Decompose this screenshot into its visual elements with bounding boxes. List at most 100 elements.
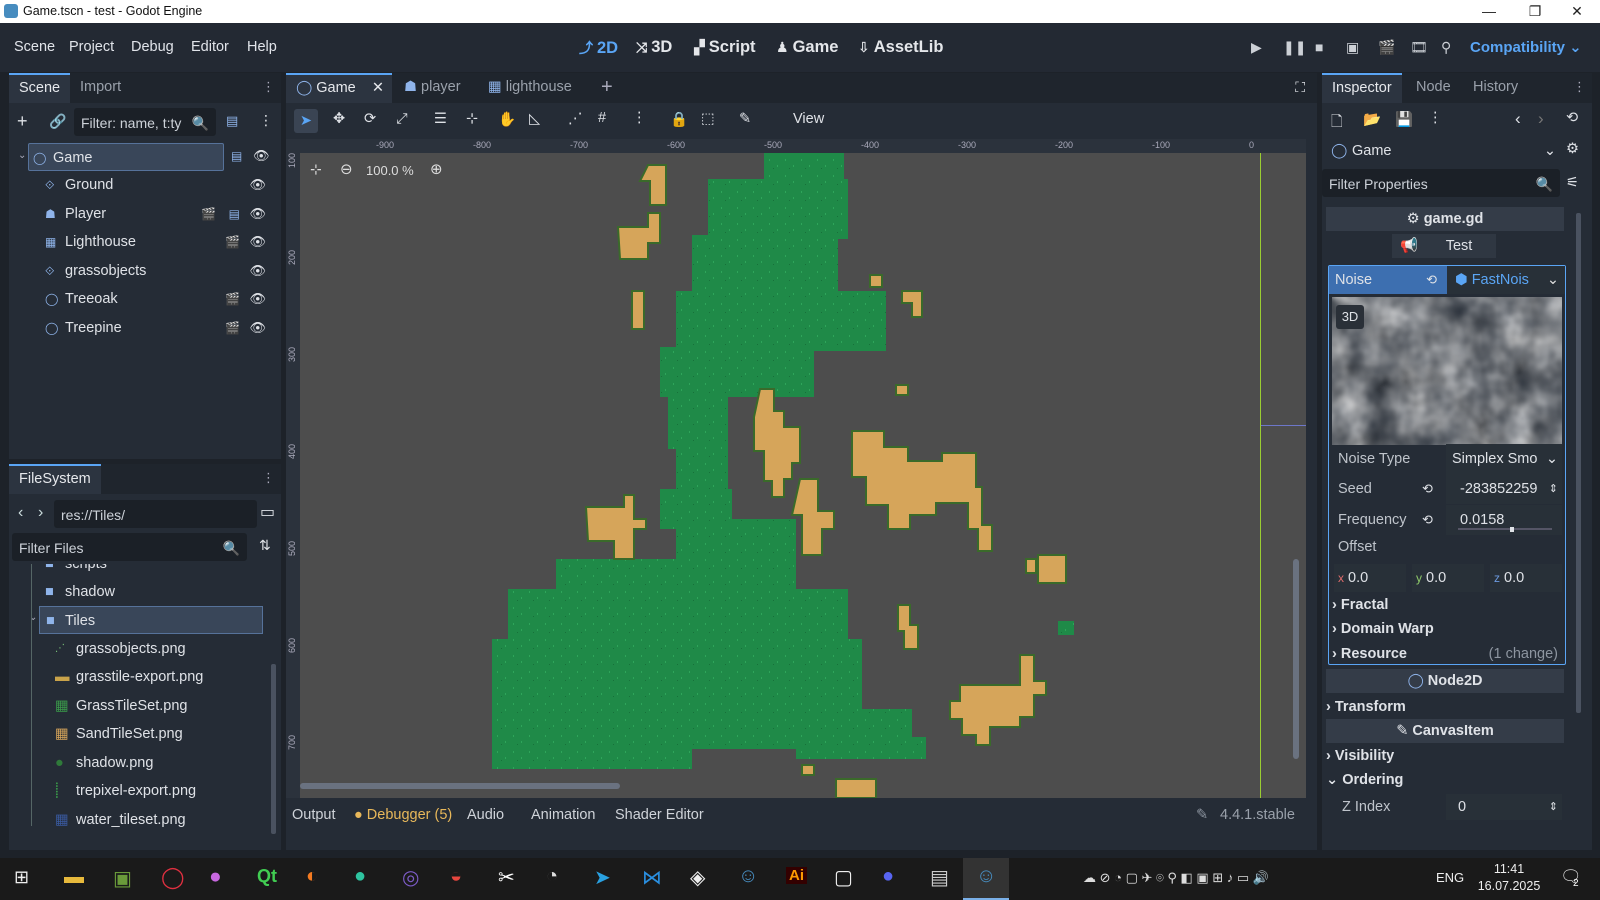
open-scene-icon[interactable]: 🎬 — [225, 314, 240, 342]
section-transform[interactable]: › Transform — [1326, 695, 1564, 719]
tray-icons[interactable]: ☁ ⊘ ◔ ▢ ✈ ⌾ ⚲ ◧ ▣ ⊞ ♪ ▭ 🔊 — [1083, 870, 1269, 886]
zoom-level[interactable]: 100.0 % — [366, 163, 414, 178]
instance-scene-icon[interactable]: 🔗 — [49, 113, 66, 130]
file-item[interactable]: ▦ GrassTileSet.png — [9, 692, 271, 720]
qt-icon[interactable]: Qt — [257, 866, 277, 887]
visibility-eye-icon[interactable]: 👁 — [249, 314, 266, 342]
seed-spinbox[interactable]: -283852259 ⇕ — [1446, 474, 1562, 504]
play-custom-scene-icon[interactable]: 🎞 — [1410, 39, 1428, 56]
filter-files-input[interactable]: Filter Files 🔍 — [12, 533, 247, 561]
object-selector[interactable]: ◯ Game ⌄ — [1322, 137, 1562, 165]
telegram-icon[interactable]: ➤ — [594, 865, 611, 890]
file-explorer-icon[interactable]: ▬ — [64, 866, 84, 889]
tab-filesystem[interactable]: FileSystem — [9, 464, 101, 494]
save-resource-icon[interactable]: 💾 — [1395, 111, 1413, 128]
file-item[interactable]: ● shadow.png — [9, 749, 271, 777]
tree-node-game[interactable]: ◯ Game — [28, 143, 224, 171]
illustrator-icon[interactable]: Ai — [786, 867, 807, 884]
unity-icon[interactable]: ◈ — [690, 865, 705, 890]
scale-tool-icon[interactable]: ⤢ — [396, 111, 408, 127]
file-item[interactable]: ▦ SandTileSet.png — [9, 720, 271, 748]
play-scene-icon[interactable]: 🎬 — [1378, 39, 1395, 56]
workspace-assetlib[interactable]: ⇩ AssetLib — [858, 38, 943, 57]
viber-icon[interactable]: ◎ — [402, 865, 419, 890]
noise-resource-picker[interactable]: ⬢ FastNois ⌄ — [1447, 266, 1565, 294]
menu-debug[interactable]: Debug — [131, 39, 174, 55]
stop-icon[interactable]: ■ — [1315, 39, 1323, 55]
clock-date[interactable]: 16.07.2025 — [1476, 879, 1542, 893]
tab-scene[interactable]: Scene — [9, 73, 71, 103]
tab-audio[interactable]: Audio — [467, 807, 504, 823]
viewport-h-scrollbar[interactable] — [300, 783, 620, 789]
sort-icon[interactable]: ⇅ — [259, 537, 271, 554]
offset-z-field[interactable]: z 0.0 — [1490, 564, 1562, 592]
file-item[interactable]: ▦ water_tileset.png — [9, 806, 271, 834]
file-item-shadow[interactable]: ■ shadow — [9, 578, 271, 606]
obs-icon[interactable]: ◔ — [546, 865, 558, 888]
add-tab-icon[interactable]: + — [601, 76, 613, 99]
inspector-scrollbar[interactable] — [1576, 213, 1581, 713]
windows-start-icon[interactable]: ⊞ — [14, 867, 29, 888]
section-resource[interactable]: › Resource (1 change) — [1332, 642, 1562, 666]
app-icon[interactable]: ● — [354, 865, 366, 888]
app-icon[interactable]: ● — [209, 865, 222, 889]
workspace-script[interactable]: ▞ Script — [694, 38, 756, 57]
workspace-2d[interactable]: ⤴ 2D — [579, 38, 618, 58]
vscode-icon[interactable]: ⋈ — [642, 865, 662, 890]
restore-button[interactable]: ❐ — [1512, 0, 1558, 23]
dock-menu-icon[interactable]: ⋮ — [1573, 79, 1586, 95]
view-menu-button[interactable]: View — [793, 111, 824, 127]
minimize-button[interactable]: — — [1466, 0, 1512, 23]
rotate-tool-icon[interactable]: ⟳ — [364, 111, 376, 127]
pause-icon[interactable]: ❚❚ — [1283, 39, 1306, 56]
clock-time[interactable]: 11:41 — [1484, 862, 1534, 876]
app-icon[interactable]: ◒ — [450, 865, 462, 888]
tree-node-lighthouse[interactable]: ▦ Lighthouse 🎬 👁 — [9, 228, 274, 256]
filesystem-scrollbar[interactable] — [271, 664, 276, 834]
tab-output[interactable]: Output — [292, 807, 336, 823]
language-indicator[interactable]: ENG — [1436, 870, 1464, 885]
group-icon[interactable]: ⬚ — [701, 111, 715, 127]
open-scene-icon[interactable]: 🎬 — [201, 200, 216, 228]
tree-node-grassobjects[interactable]: ⟐ grassobjects 👁 — [9, 257, 274, 285]
scene-tab-player[interactable]: ☗ player — [394, 73, 471, 103]
tab-history[interactable]: History — [1463, 73, 1528, 103]
open-scene-icon[interactable]: 🎬 — [225, 285, 240, 313]
tab-import[interactable]: Import — [70, 73, 131, 103]
tree-node-ground[interactable]: ⟐ Ground 👁 — [9, 171, 274, 199]
zoom-out-icon[interactable]: ⊖ — [340, 160, 353, 178]
opera-icon[interactable]: ◯ — [161, 865, 185, 890]
movie-maker-icon[interactable]: ⚲ — [1441, 39, 1451, 56]
resource-menu-icon[interactable]: ⋮ — [1428, 110, 1443, 126]
history-forward-icon[interactable]: › — [1538, 109, 1544, 129]
noise-type-select[interactable]: Simplex Smo ⌄ — [1446, 444, 1562, 474]
active-godot-task[interactable]: ☺ — [963, 858, 1009, 900]
revert-icon[interactable]: ⟲ — [1426, 266, 1437, 294]
path-input[interactable]: res://Tiles/ — [54, 500, 257, 528]
minecraft-icon[interactable]: ▣ — [113, 866, 132, 891]
close-window-button[interactable]: ✕ — [1554, 0, 1600, 23]
history-back-icon[interactable]: ‹ — [1515, 109, 1521, 129]
frequency-slider[interactable]: 0.0158 — [1446, 505, 1562, 535]
script-icon[interactable]: ▤ — [229, 200, 240, 228]
tree-node-treepine[interactable]: ◯ Treepine 🎬 👁 — [9, 314, 274, 342]
pivot-tool-icon[interactable]: ⊹ — [466, 111, 478, 127]
distraction-free-icon[interactable]: ⛶ — [1295, 79, 1305, 96]
section-ordering[interactable]: ⌄ Ordering — [1326, 768, 1564, 792]
remote-debug-icon[interactable]: ▣ — [1346, 39, 1359, 56]
move-tool-icon[interactable]: ✥ — [333, 111, 345, 127]
visibility-eye-icon[interactable]: 👁 — [249, 257, 266, 285]
visibility-eye-icon[interactable]: 👁 — [249, 200, 266, 228]
tab-shader-editor[interactable]: Shader Editor — [615, 807, 704, 823]
tab-animation[interactable]: Animation — [531, 807, 595, 823]
preview-3d-toggle[interactable]: 3D — [1336, 305, 1364, 329]
tree-node-player[interactable]: ☗ Player 🎬 ▤ 👁 — [9, 200, 274, 228]
tab-inspector[interactable]: Inspector — [1322, 73, 1402, 103]
ruler-tool-icon[interactable]: ◺ — [529, 111, 540, 127]
lock-icon[interactable]: 🔒 — [670, 111, 688, 128]
z-index-spinbox[interactable]: 0 ⇕ — [1446, 794, 1562, 820]
scene-tab-lighthouse[interactable]: ▦ lighthouse — [478, 73, 582, 103]
zoom-in-icon[interactable]: ⊕ — [430, 160, 443, 178]
file-item-tiles[interactable]: ■ Tiles — [39, 606, 263, 634]
back-icon[interactable]: ‹ — [18, 504, 23, 522]
